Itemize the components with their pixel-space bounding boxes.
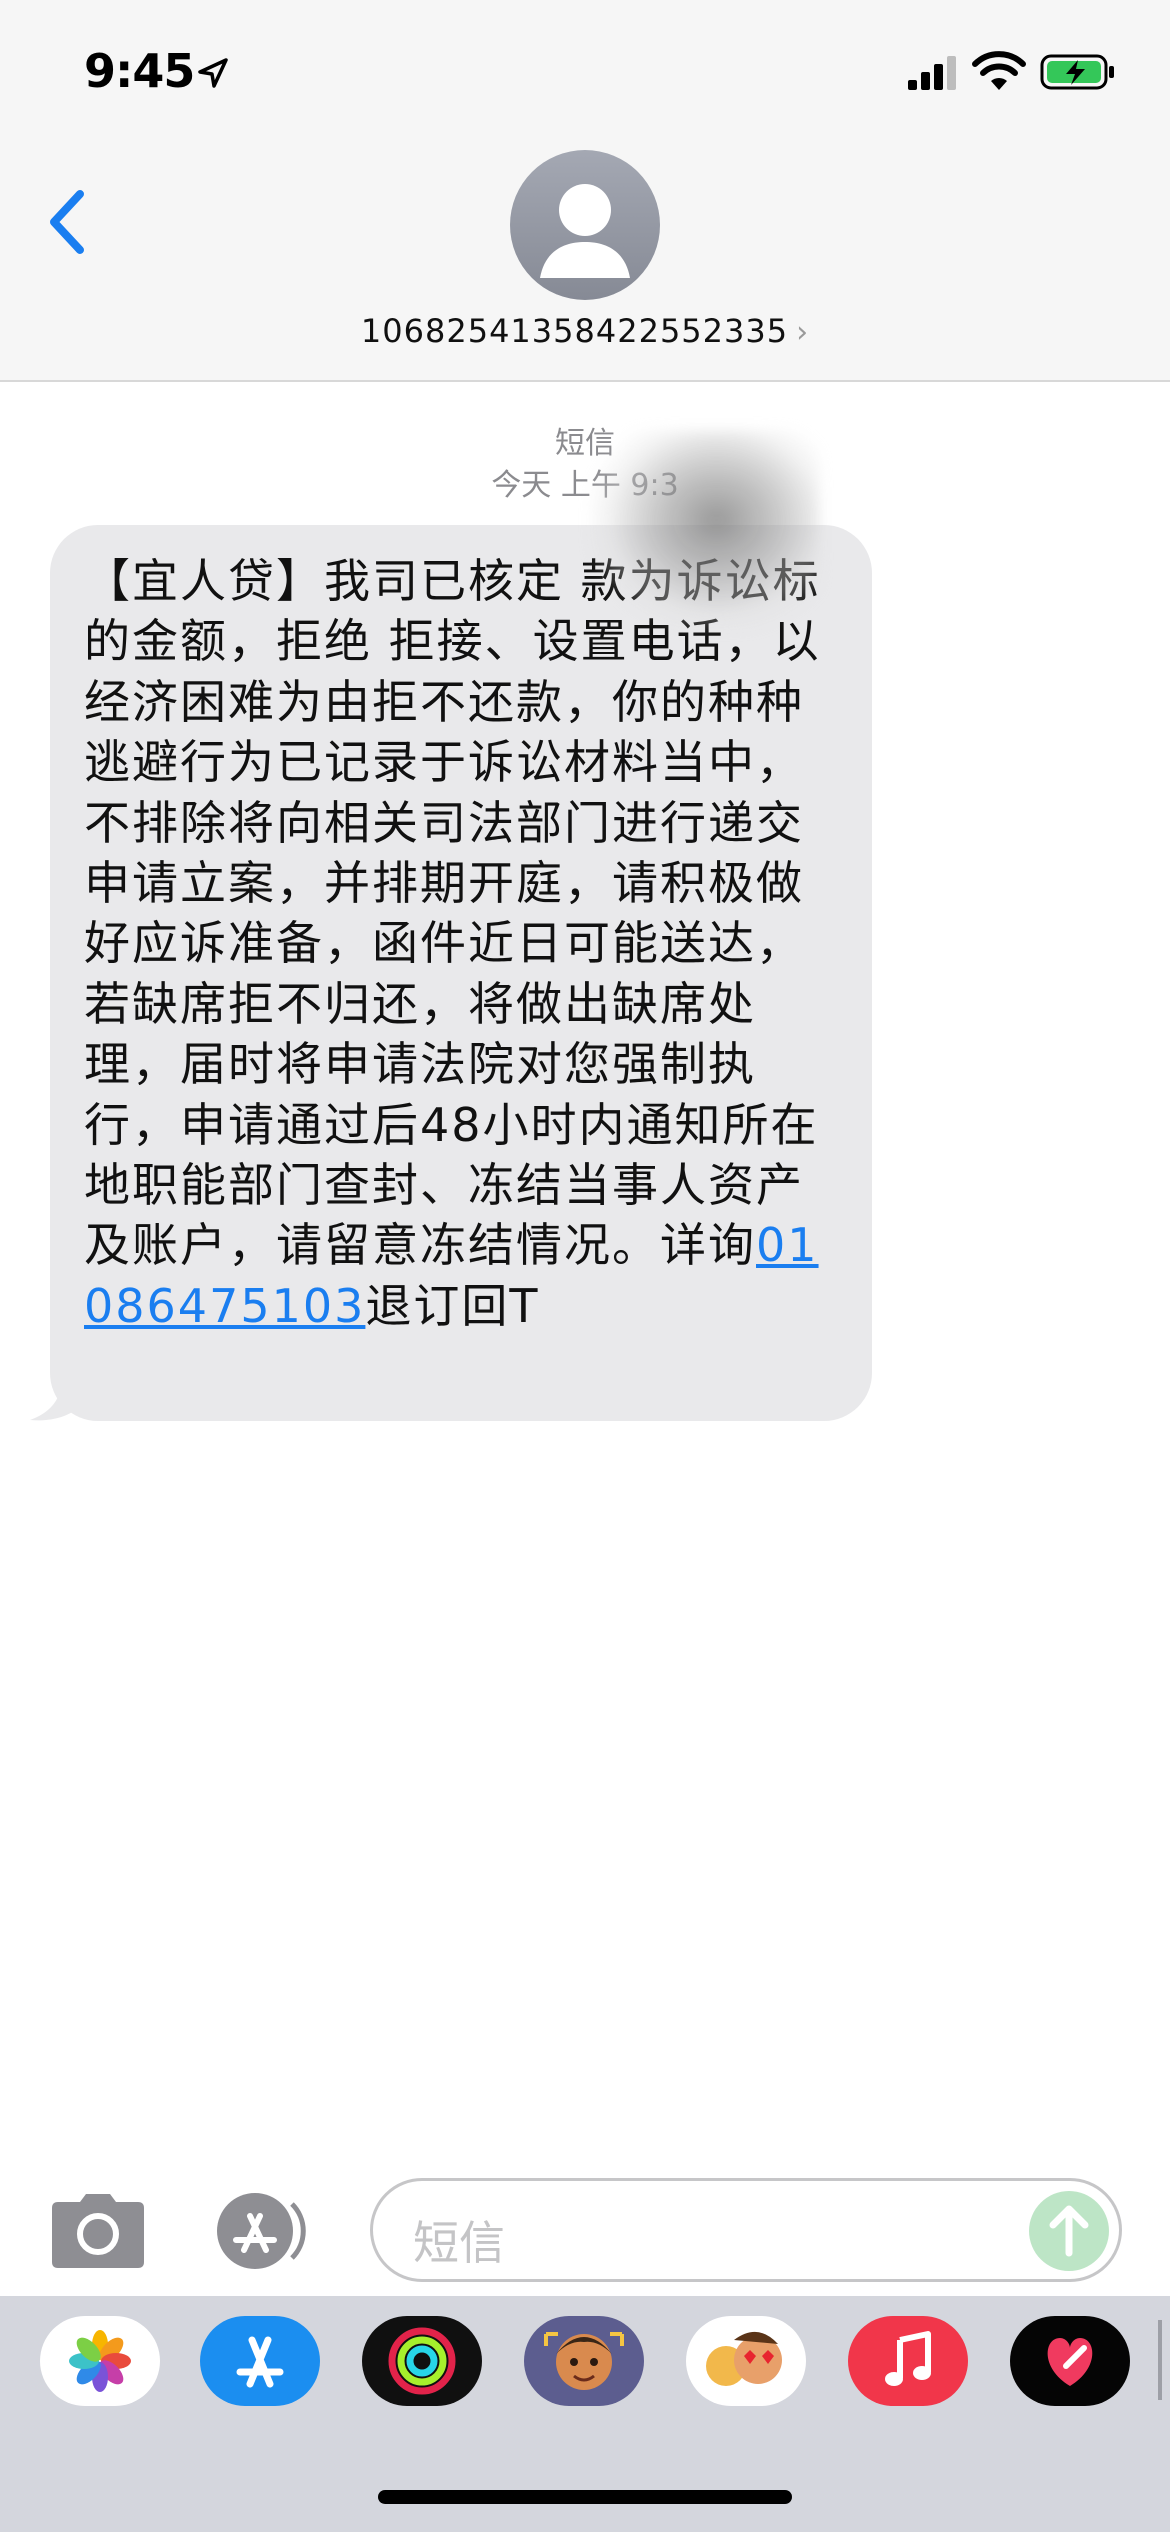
memoji-icon[interactable] (524, 2316, 644, 2406)
conversation-header: 9:45 10682541358422552335 › (0, 0, 1170, 382)
app-store-strip-icon[interactable] (200, 2316, 320, 2406)
message-type-label: 短信 (555, 426, 615, 461)
contact-chevron-icon: › (796, 315, 810, 350)
message-unsubscribe: 退订回T (365, 1278, 540, 1333)
person-silhouette-icon (540, 184, 630, 278)
activity-icon[interactable] (362, 2316, 482, 2406)
message-timestamp: 今天 上午 9:3 (491, 468, 679, 503)
cellular-signal-icon (908, 56, 956, 90)
message-input-placeholder: 短信 (413, 2216, 505, 2270)
photos-icon[interactable] (40, 2316, 160, 2406)
location-arrow-icon (198, 58, 228, 88)
camera-icon[interactable] (50, 2190, 146, 2270)
send-button[interactable] (1029, 2191, 1109, 2271)
strip-scroll-edge (1158, 2320, 1162, 2400)
incoming-message-bubble[interactable]: 【宜人贷】我司已核定 款为诉讼标的金额，拒绝 拒接、设置电话，以经济困难为由拒不… (50, 525, 872, 1421)
contact-number: 10682541358422552335 (360, 312, 789, 350)
status-time: 9:45 (84, 44, 195, 98)
digital-touch-icon[interactable] (1010, 2316, 1130, 2406)
message-text: 【宜人贷】我司已核定 款为诉讼标的金额，拒绝 拒接、设置电话，以经济困难为由拒不… (84, 551, 842, 1336)
contact-avatar[interactable] (510, 150, 660, 300)
arrow-up-icon (1049, 2205, 1089, 2257)
home-indicator[interactable] (378, 2490, 792, 2504)
wifi-icon (972, 51, 1026, 90)
redaction-smudge (590, 430, 820, 630)
app-store-icon[interactable] (208, 2190, 318, 2272)
animoji-stickers-icon[interactable] (686, 2316, 806, 2406)
message-body: 【宜人贷】我司已核定 款为诉讼标的金额，拒绝 拒接、设置电话，以经济困难为由拒不… (84, 554, 821, 1273)
contact-name[interactable]: 10682541358422552335 › (0, 312, 1170, 350)
back-chevron-icon[interactable] (40, 182, 100, 262)
message-input[interactable]: 短信 (370, 2178, 1122, 2282)
music-icon[interactable] (848, 2316, 968, 2406)
battery-charging-icon (1040, 54, 1114, 90)
